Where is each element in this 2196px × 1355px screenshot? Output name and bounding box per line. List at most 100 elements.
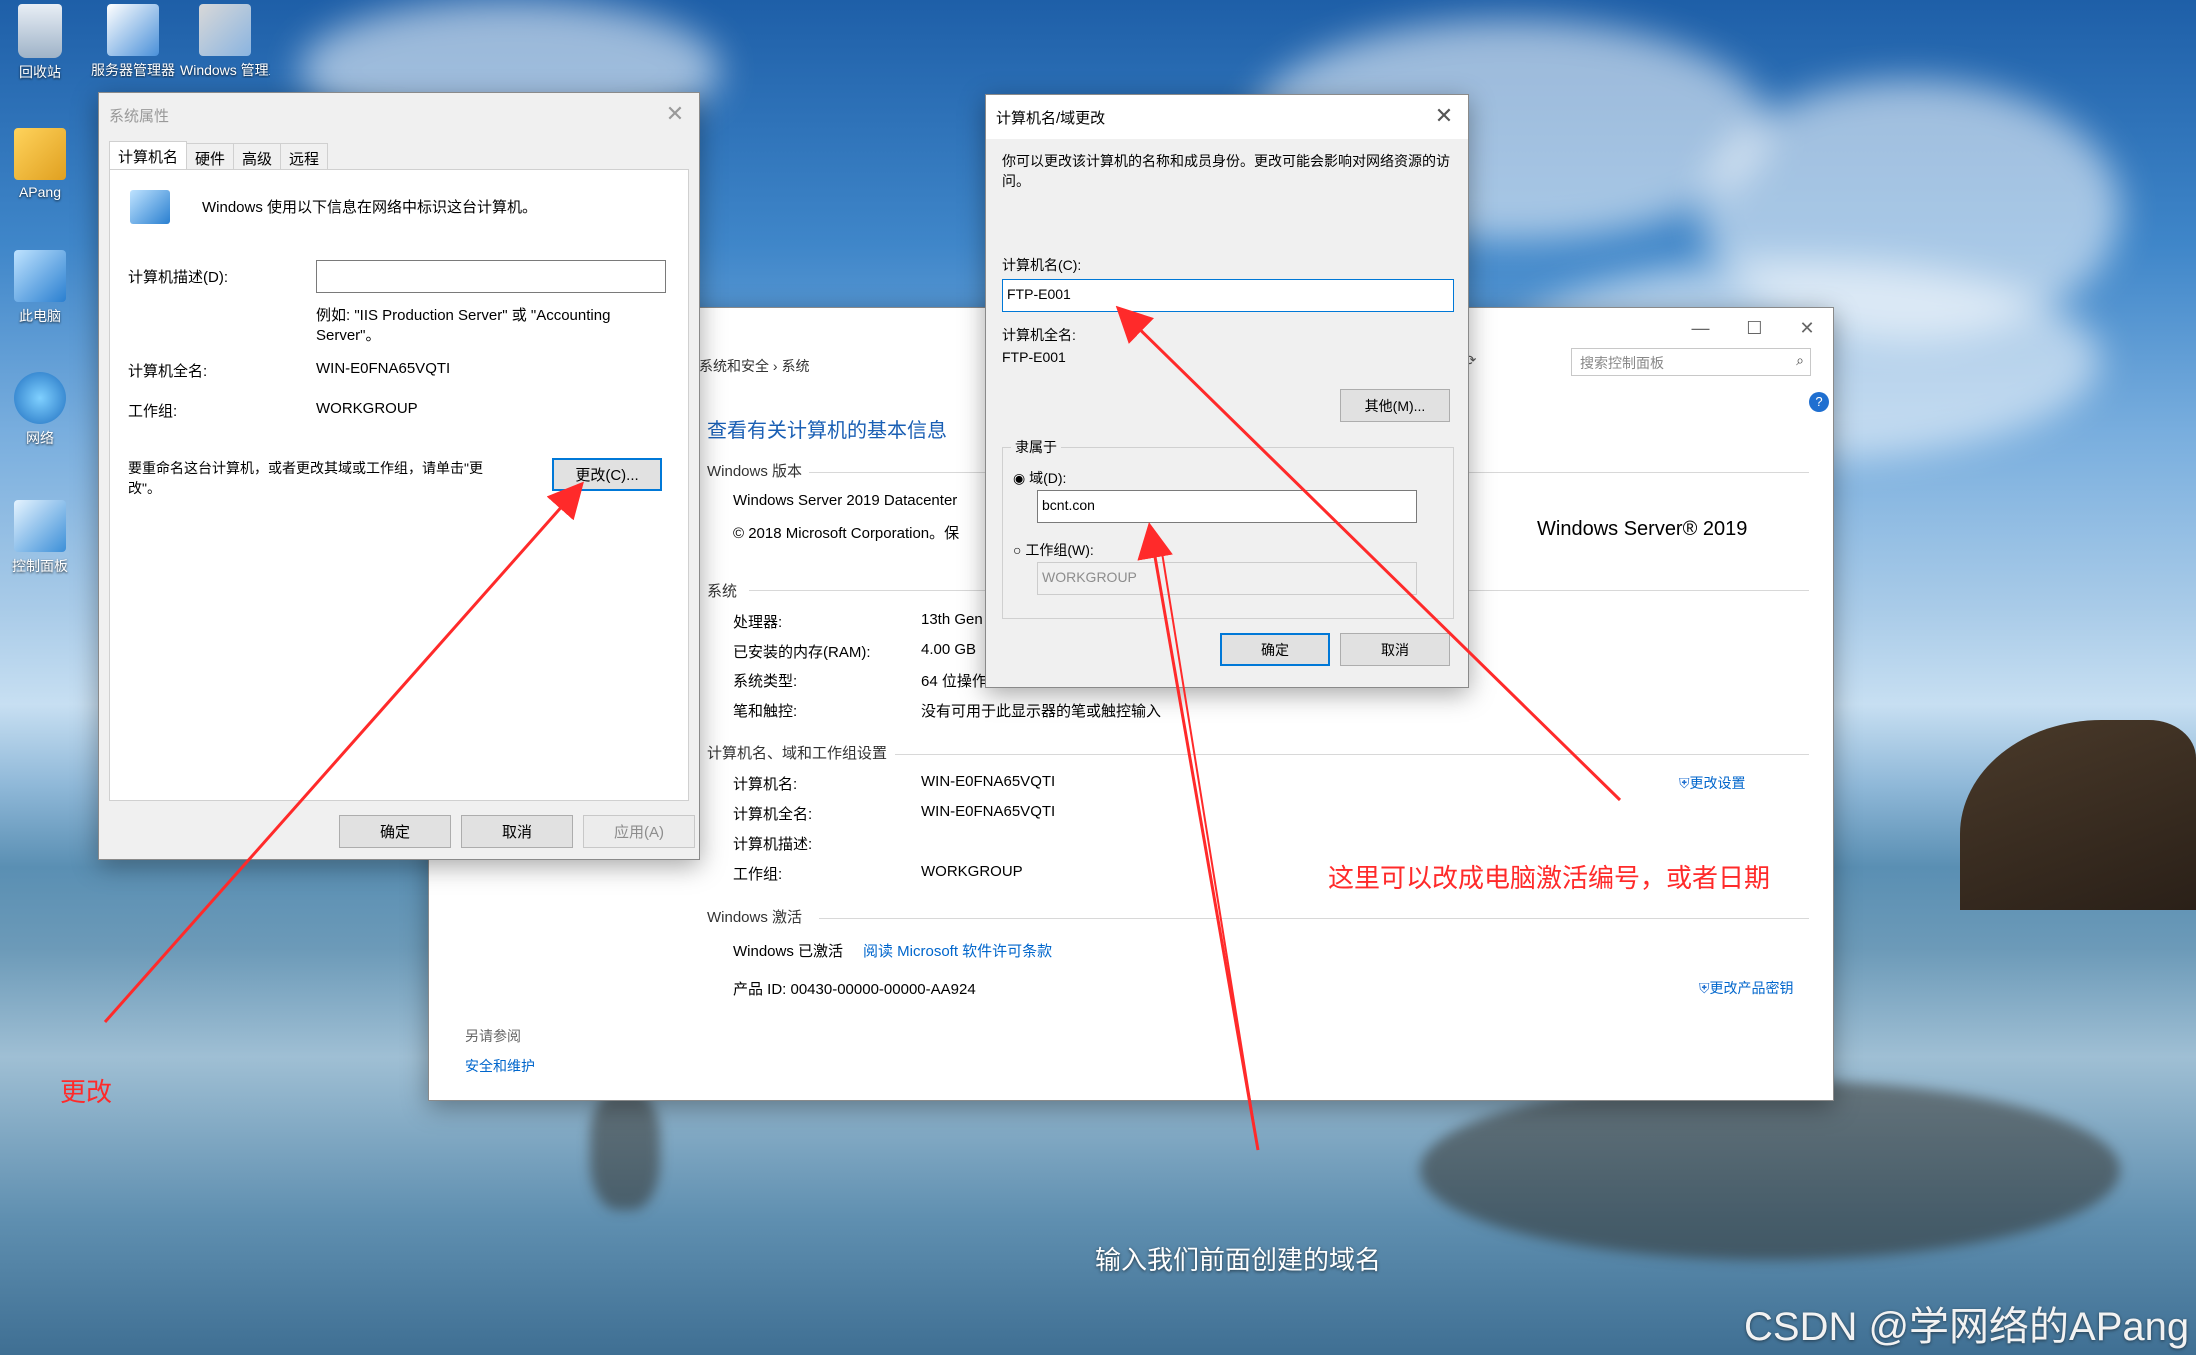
system-type-label: 系统类型: xyxy=(733,673,798,690)
workgroup-label: 工作组: xyxy=(128,403,178,420)
edition-heading: Windows 版本 xyxy=(707,463,803,480)
intro-text: 你可以更改该计算机的名称和成员身份。更改可能会影响对网络资源的访问。 xyxy=(1002,153,1450,189)
watermark: CSDN @学网络的APang xyxy=(1744,1305,2190,1349)
edition-name: Windows Server 2019 Datacenter xyxy=(733,492,958,509)
change-key-link[interactable]: ⛨更改产品密钥 xyxy=(1699,978,1794,998)
admin-tools-icon xyxy=(199,4,251,56)
workgroup-input[interactable]: WORKGROUP xyxy=(1037,562,1417,595)
dialog-title: 系统属性 xyxy=(109,107,170,125)
description-label: 计算机描述(D): xyxy=(128,269,228,286)
ram-value: 4.00 GB xyxy=(921,641,977,658)
full-name-value: WIN-E0FNA65VQTI xyxy=(316,360,451,377)
radio-unselected-icon: ○ xyxy=(1013,542,1022,558)
workgroup-label: 工作组: xyxy=(733,866,783,883)
desktop-icon-control-panel[interactable]: 控制面板 xyxy=(0,500,85,576)
help-icon[interactable]: ? xyxy=(1809,392,1829,412)
divider xyxy=(895,754,1809,755)
window-controls: — ☐ ✕ xyxy=(1673,308,1833,348)
full-name-label: 计算机全名: xyxy=(733,806,813,823)
desktop-icon-recycle-bin[interactable]: 回收站 xyxy=(0,4,85,82)
computer-name-label: 计算机名(C): xyxy=(1002,257,1082,273)
desktop-icon-network[interactable]: 网络 xyxy=(0,372,85,448)
computer-name-label: 计算机名: xyxy=(733,776,798,793)
ram-label: 已安装的内存(RAM): xyxy=(733,644,871,661)
example-text: 例如: "IIS Production Server" 或 "Accountin… xyxy=(316,307,611,344)
system-type-value: 64 位操作 xyxy=(921,673,987,690)
desktop-icon-this-pc[interactable]: 此电脑 xyxy=(0,250,85,326)
full-name-value: WIN-E0FNA65VQTI xyxy=(921,803,1056,820)
copyright: © 2018 Microsoft Corporation。保 xyxy=(733,525,960,542)
rename-instructions: 要重命名这台计算机，或者更改其域或工作组，请单击"更改"。 xyxy=(128,460,483,496)
server-manager-icon xyxy=(107,4,159,56)
page-title: 查看有关计算机的基本信息 xyxy=(707,420,947,442)
system-properties-dialog: 系统属性 ✕ 计算机名 硬件 高级 远程 Windows 使用以下信息在网络中标… xyxy=(98,92,700,860)
license-link[interactable]: 阅读 Microsoft 软件许可条款 xyxy=(863,940,1052,961)
pen-label: 笔和触控: xyxy=(733,703,798,720)
description-input[interactable] xyxy=(316,260,666,293)
annotation-domain-note: 输入我们前面创建的域名 xyxy=(1095,1245,1382,1275)
more-button[interactable]: 其他(M)... xyxy=(1340,389,1450,422)
pen-value: 没有可用于此显示器的笔或触控输入 xyxy=(921,703,1162,720)
search-input[interactable]: 搜索控制面板 ⌕ xyxy=(1571,348,1811,376)
domain-radio[interactable]: ◉ 域(D): xyxy=(1013,468,1066,488)
divider xyxy=(819,918,1809,919)
minimize-icon[interactable]: — xyxy=(1691,318,1709,339)
windows-brand: Windows Server® 2019 xyxy=(1537,518,1748,540)
workgroup-radio[interactable]: ○ 工作组(W): xyxy=(1013,540,1094,560)
workgroup-value: WORKGROUP xyxy=(921,863,1023,880)
rock-formation xyxy=(1960,720,2196,910)
shield-icon: ⛨ xyxy=(1679,775,1690,791)
ok-button[interactable]: 确定 xyxy=(339,815,451,848)
dialog-title: 计算机名/域更改 xyxy=(986,95,1468,139)
description-label: 计算机描述: xyxy=(733,836,813,853)
computer-name-value: WIN-E0FNA65VQTI xyxy=(921,773,1056,790)
computer-icon xyxy=(14,250,66,302)
control-panel-icon xyxy=(14,500,66,552)
change-button[interactable]: 更改(C)... xyxy=(552,458,662,491)
close-icon[interactable]: ✕ xyxy=(1424,101,1464,131)
activation-status: Windows 已激活 xyxy=(733,943,844,960)
workgroup-value: WORKGROUP xyxy=(316,400,418,417)
rock-reflection xyxy=(1420,1080,2120,1260)
desktop-icon-user-folder[interactable]: APang xyxy=(0,128,85,200)
network-icon xyxy=(14,372,66,424)
rename-dialog: 计算机名/域更改 ✕ 你可以更改该计算机的名称和成员身份。更改可能会影响对网络资… xyxy=(985,94,1469,688)
processor-label: 处理器: xyxy=(733,614,783,631)
full-name-label: 计算机全名: xyxy=(128,363,208,380)
radio-selected-icon: ◉ xyxy=(1013,470,1026,486)
full-name-label: 计算机全名: xyxy=(1002,327,1076,343)
close-icon[interactable]: ✕ xyxy=(1799,318,1814,339)
intro-text: Windows 使用以下信息在网络中标识这台计算机。 xyxy=(202,199,538,216)
search-icon: ⌕ xyxy=(1796,352,1804,368)
desktop-icon-server-manager[interactable]: 服务器管理器 xyxy=(88,4,178,78)
user-folder-icon xyxy=(14,128,66,180)
shield-icon: ⛨ xyxy=(1699,980,1710,996)
desktop-icon-admin-tools[interactable]: Windows 管理工具 xyxy=(180,4,270,78)
see-also-heading: 另请参阅 xyxy=(465,1028,521,1044)
names-heading: 计算机名、域和工作组设置 xyxy=(707,745,888,762)
member-of-group: 隶属于 ◉ 域(D): bcnt.con ○ 工作组(W): WORKGROUP xyxy=(1002,437,1454,619)
member-of-label: 隶属于 xyxy=(1011,437,1061,457)
ok-button[interactable]: 确定 xyxy=(1220,633,1330,666)
system-heading: 系统 xyxy=(707,583,738,600)
security-link[interactable]: 安全和维护 xyxy=(465,1056,535,1076)
cancel-button[interactable]: 取消 xyxy=(1340,633,1450,666)
maximize-icon[interactable]: ☐ xyxy=(1746,318,1762,339)
product-id: 产品 ID: 00430-00000-00000-AA924 xyxy=(733,981,976,998)
close-icon[interactable]: ✕ xyxy=(655,99,695,129)
recycle-bin-icon xyxy=(18,4,62,58)
processor-value: 13th Gen xyxy=(921,611,983,628)
figure-reflection xyxy=(590,1090,660,1210)
computer-icon xyxy=(130,190,170,224)
breadcrumb[interactable]: 系统和安全 › 系统 xyxy=(699,356,809,376)
computer-name-input[interactable]: FTP-E001 xyxy=(1002,279,1454,312)
activation-heading: Windows 激活 xyxy=(707,909,803,926)
apply-button[interactable]: 应用(A) xyxy=(583,815,695,848)
tab-panel: Windows 使用以下信息在网络中标识这台计算机。 计算机描述(D): 例如:… xyxy=(109,169,689,801)
change-settings-link[interactable]: ⛨更改设置 xyxy=(1679,773,1746,793)
cancel-button[interactable]: 取消 xyxy=(461,815,573,848)
domain-input[interactable]: bcnt.con xyxy=(1037,490,1417,523)
annotation-change: 更改 xyxy=(60,1077,113,1107)
annotation-name-note: 这里可以改成电脑激活编号，或者日期 xyxy=(1328,863,1771,893)
full-name-value: FTP-E001 xyxy=(1002,349,1066,365)
